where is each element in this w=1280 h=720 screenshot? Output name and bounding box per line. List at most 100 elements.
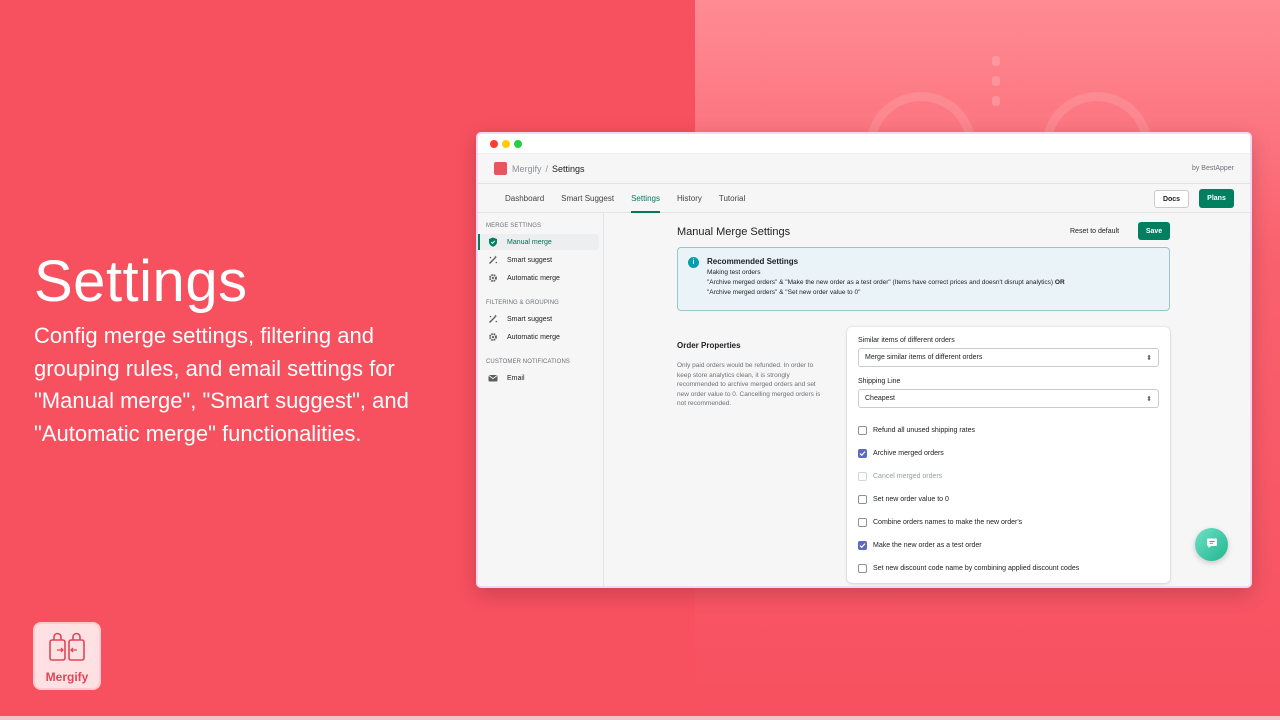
settings-sidebar: MERGE SETTINGS Manual merge Smart sugges… [478,213,604,586]
page-title: Manual Merge Settings [677,226,790,238]
checkbox-cancel-merged: Cancel merged orders [858,465,1159,488]
bottom-band [0,716,1280,720]
nav-tabs: Dashboard Smart Suggest Settings History… [478,184,1250,213]
checkbox-label: Combine orders names to make the new ord… [873,519,1022,526]
hero-title: Settings [34,248,248,315]
sidebar-item-label: Smart suggest [507,257,552,264]
tab-settings[interactable]: Settings [631,184,660,213]
shipping-line-select[interactable]: Cheapest ⬍ [858,389,1159,408]
select-value: Merge similar items of different orders [865,354,982,361]
close-window-button[interactable] [490,140,498,148]
content-area: MERGE SETTINGS Manual merge Smart sugges… [478,213,1250,586]
checkbox[interactable] [858,518,867,527]
checkbox-combine-names[interactable]: Combine orders names to make the new ord… [858,511,1159,534]
tab-history[interactable]: History [677,184,702,213]
checkbox-label: Refund all unused shipping rates [873,427,975,434]
order-properties-title: Order Properties [677,341,741,350]
envelope-icon [488,373,498,383]
checkbox-label: Make the new order as a test order [873,542,982,549]
banner-title: Recommended Settings [707,257,1159,266]
tab-smart-suggest[interactable]: Smart Suggest [561,184,614,213]
banner-line-text: "Archive merged orders" & "Make the new … [707,279,1053,286]
sidebar-item-email[interactable]: Email [478,370,599,386]
sidebar-item-label: Automatic merge [507,334,560,341]
select-value: Cheapest [865,395,895,402]
checkbox-disabled [858,472,867,481]
tab-dashboard[interactable]: Dashboard [505,184,544,213]
checkbox-label: Set new order value to 0 [873,496,949,503]
shopping-bag-icon [48,632,86,667]
checkbox-discount-code[interactable]: Set new discount code name by combining … [858,557,1159,580]
breadcrumb-current: Settings [552,164,585,174]
banner-line: Making test orders [707,268,1159,278]
shield-icon [488,237,498,247]
check-icon [859,450,866,457]
checkbox[interactable] [858,426,867,435]
minimize-window-button[interactable] [502,140,510,148]
gear-icon [488,332,498,342]
recommended-settings-banner: i Recommended Settings Making test order… [677,247,1170,311]
banner-line: "Archive merged orders" & "Make the new … [707,278,1159,288]
sidebar-item-label: Email [507,375,525,382]
checkbox-refund-shipping[interactable]: Refund all unused shipping rates [858,419,1159,442]
breadcrumb-app[interactable]: Mergify [512,164,542,174]
brand-logo: Mergify [33,622,101,690]
sidebar-section-title: FILTERING & GROUPING [478,300,603,306]
app-logo-icon [494,162,507,175]
app-header: Mergify /Settings by BestApper [478,154,1250,184]
magic-wand-icon [488,255,498,265]
chat-button[interactable] [1195,528,1228,561]
sidebar-section-title: MERGE SETTINGS [478,223,603,229]
plans-button[interactable]: Plans [1199,189,1234,208]
decorative-dash [992,56,1000,66]
similar-items-select[interactable]: Merge similar items of different orders … [858,348,1159,367]
save-button[interactable]: Save [1138,222,1170,240]
checkbox-label: Set new discount code name by combining … [873,565,1079,572]
checkbox-test-order[interactable]: Make the new order as a test order [858,534,1159,557]
decorative-dash [992,96,1000,106]
shipping-line-label: Shipping Line [858,378,1159,385]
checkbox-checked[interactable] [858,449,867,458]
checkbox-checked[interactable] [858,541,867,550]
sidebar-item-automatic-merge[interactable]: Automatic merge [478,270,599,286]
sidebar-section-title: CUSTOMER NOTIFICATIONS [478,359,603,365]
order-properties-description: Only paid orders would be refunded. In o… [677,361,827,409]
sidebar-item-manual-merge[interactable]: Manual merge [478,234,599,250]
select-arrows-icon: ⬍ [1146,354,1152,362]
sidebar-item-label: Smart suggest [507,316,552,323]
checkbox-label: Archive merged orders [873,450,944,457]
gear-icon [488,273,498,283]
tab-tutorial[interactable]: Tutorial [719,184,745,213]
check-icon [859,542,866,549]
order-properties-card: Similar items of different orders Merge … [847,327,1170,583]
decorative-dash [992,76,1000,86]
hero-description: Config merge settings, filtering and gro… [34,320,414,450]
byline: by BestApper [1192,165,1234,172]
checkbox-label: Cancel merged orders [873,473,942,480]
magic-wand-icon [488,314,498,324]
app-window: Mergify/Settings by BestApper Dashboard … [476,132,1252,588]
sidebar-item-filter-smart-suggest[interactable]: Smart suggest [478,311,599,327]
reset-to-default-button[interactable]: Reset to default [1070,228,1119,235]
checkbox[interactable] [858,564,867,573]
chat-bubble-icon [1206,536,1218,554]
info-icon: i [688,257,699,268]
sidebar-item-label: Manual merge [507,239,552,246]
sidebar-item-label: Automatic merge [507,275,560,282]
sidebar-item-filter-automatic-merge[interactable]: Automatic merge [478,329,599,345]
settings-main: Manual Merge Settings Reset to default S… [604,213,1250,586]
breadcrumb-separator: / [546,164,549,174]
checkbox-archive-merged[interactable]: Archive merged orders [858,442,1159,465]
sidebar-item-smart-suggest[interactable]: Smart suggest [478,252,599,268]
maximize-window-button[interactable] [514,140,522,148]
banner-line: "Archive merged orders" & "Set new order… [707,288,1159,298]
brand-name: Mergify [46,670,89,684]
window-titlebar [478,134,1250,154]
select-arrows-icon: ⬍ [1146,395,1152,403]
checkbox[interactable] [858,495,867,504]
similar-items-label: Similar items of different orders [858,337,1159,344]
checkbox-set-value-zero[interactable]: Set new order value to 0 [858,488,1159,511]
breadcrumb: Mergify /Settings [512,164,585,174]
banner-or: OR [1055,279,1065,286]
docs-button[interactable]: Docs [1154,190,1189,208]
